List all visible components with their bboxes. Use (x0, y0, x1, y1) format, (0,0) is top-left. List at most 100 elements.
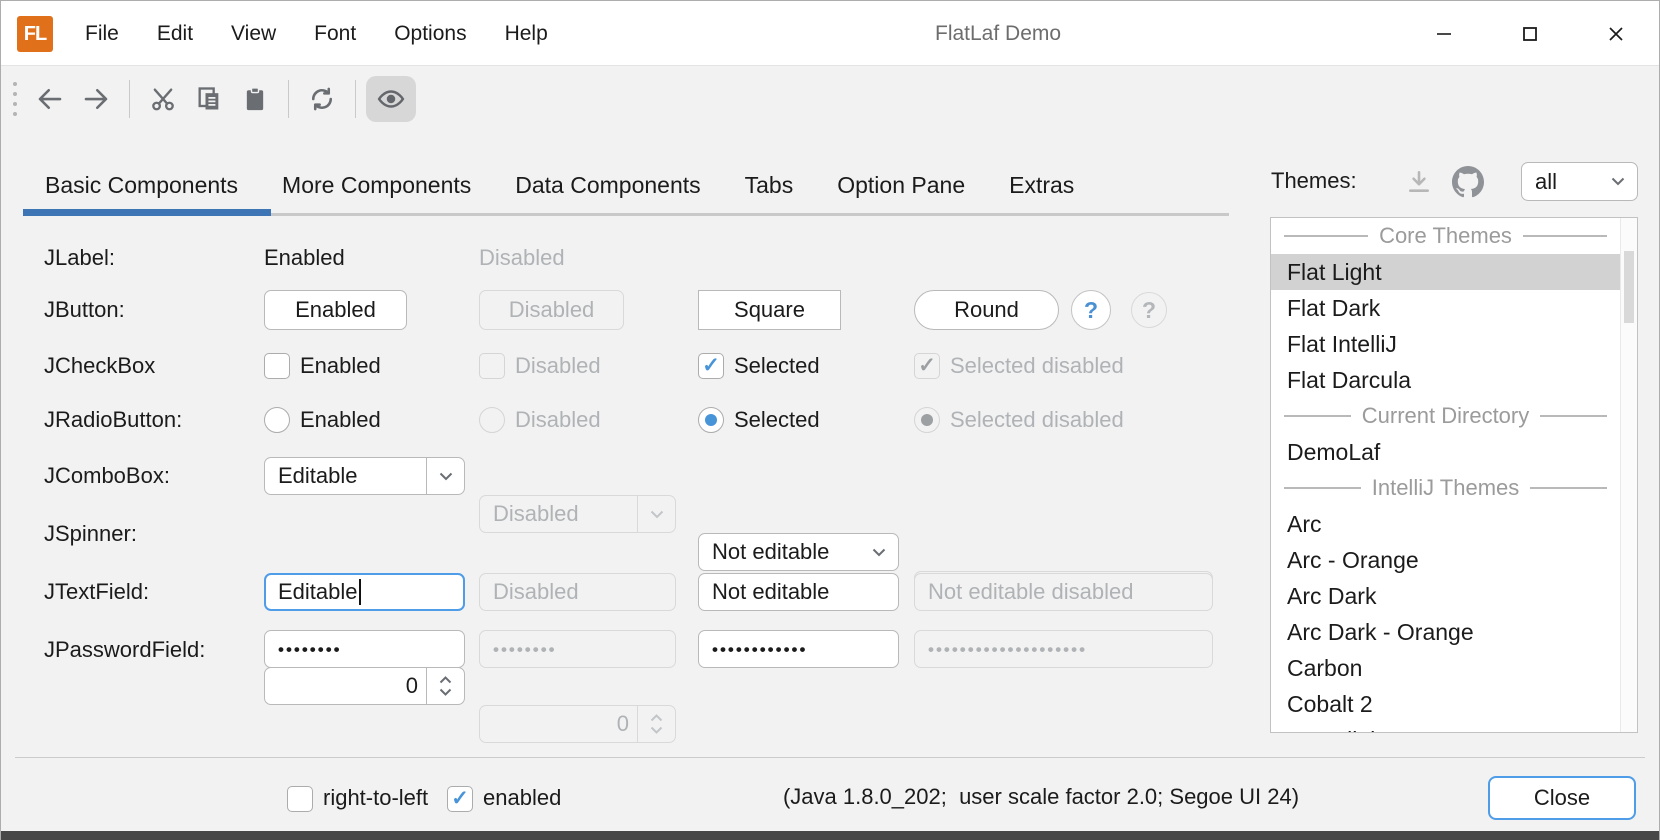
tab-tabs[interactable]: Tabs (723, 159, 816, 211)
theme-group-label: IntelliJ Themes (1372, 475, 1520, 501)
cut-button[interactable] (140, 76, 186, 122)
textfield-editable[interactable]: Editable (264, 573, 465, 611)
chevron-down-icon[interactable] (426, 458, 464, 494)
toolbar-grip[interactable] (13, 82, 17, 116)
jcheckbox-row-label: JCheckBox (44, 352, 155, 380)
theme-item[interactable]: Cyan light (1271, 722, 1620, 733)
close-window-button[interactable] (1573, 1, 1659, 66)
passwordfield-enabled[interactable]: •••••••• (264, 630, 465, 668)
theme-list-scrollbar[interactable] (1620, 218, 1637, 732)
maximize-icon (1520, 24, 1540, 44)
help-button[interactable]: ? (1071, 290, 1111, 330)
checkbox-enabled-label[interactable]: Enabled (300, 352, 381, 380)
enabled-checkbox-label[interactable]: enabled (483, 785, 561, 811)
theme-item[interactable]: DemoLaf (1271, 434, 1620, 470)
back-arrow-icon (35, 84, 65, 114)
theme-item[interactable]: Arc - Orange (1271, 542, 1620, 578)
theme-item[interactable]: Flat Darcula (1271, 362, 1620, 398)
theme-item[interactable]: Flat IntelliJ (1271, 326, 1620, 362)
theme-item[interactable]: Flat Dark (1271, 290, 1620, 326)
chevron-down-icon (637, 496, 675, 532)
refresh-button[interactable] (299, 76, 345, 122)
radio-disabled (479, 407, 505, 433)
checkbox-selected-disabled: ✓ (914, 353, 940, 379)
tab-extras[interactable]: Extras (987, 159, 1096, 211)
theme-item[interactable]: Arc (1271, 506, 1620, 542)
scrollbar-thumb[interactable] (1624, 251, 1634, 323)
theme-item[interactable]: Carbon (1271, 650, 1620, 686)
right-to-left-checkbox[interactable] (287, 786, 313, 812)
round-button[interactable]: Round (914, 290, 1059, 330)
theme-list-panel: Core ThemesFlat LightFlat DarkFlat Intel… (1270, 217, 1638, 733)
textfield-value: Not editable disabled (928, 579, 1133, 605)
toolbar-separator (288, 80, 289, 118)
download-theme-button (1403, 167, 1435, 197)
spinner-value: 0 (480, 706, 629, 742)
menu-font[interactable]: Font (314, 22, 356, 46)
radio-selected-disabled-label: Selected disabled (950, 406, 1124, 434)
theme-item[interactable]: Flat Light (1271, 254, 1620, 290)
tab-more-components[interactable]: More Components (260, 159, 493, 211)
textfield-value: Not editable (712, 579, 829, 605)
paste-button[interactable] (232, 76, 278, 122)
spinner-enabled[interactable]: 0 (264, 667, 465, 705)
checkbox-selected-label[interactable]: Selected (734, 352, 820, 380)
theme-filter-combobox[interactable]: all (1521, 162, 1638, 201)
disabled-button: Disabled (479, 290, 624, 330)
square-button[interactable]: Square (698, 290, 841, 330)
tab-basic-components[interactable]: Basic Components (23, 159, 260, 211)
combobox-editable[interactable]: Editable (264, 457, 465, 495)
jpasswordfield-row-label: JPasswordField: (44, 636, 205, 664)
maximize-button[interactable] (1487, 1, 1573, 66)
theme-item[interactable]: Arc Dark - Orange (1271, 614, 1620, 650)
radio-enabled[interactable] (264, 407, 290, 433)
theme-filter-value: all (1535, 169, 1557, 195)
menu-edit[interactable]: Edit (157, 22, 193, 46)
help-button-disabled: ? (1131, 292, 1167, 328)
toolbar-separator (355, 80, 356, 118)
chevron-up-icon (650, 714, 663, 722)
textfield-not-editable[interactable]: Not editable (698, 573, 899, 611)
tab-option-pane[interactable]: Option Pane (815, 159, 987, 211)
checkbox-selected-disabled-label: Selected disabled (950, 352, 1124, 380)
spinner-value[interactable]: 0 (265, 668, 418, 704)
theme-item[interactable]: Cobalt 2 (1271, 686, 1620, 722)
menu-help[interactable]: Help (505, 22, 548, 46)
check-mark-icon: ✓ (451, 788, 469, 809)
enabled-checkbox[interactable]: ✓ (447, 786, 473, 812)
copy-button[interactable] (186, 76, 232, 122)
github-button[interactable] (1451, 165, 1485, 199)
eye-toggle-button[interactable] (366, 76, 416, 122)
checkbox-selected[interactable]: ✓ (698, 353, 724, 379)
spinner-buttons[interactable] (426, 668, 464, 704)
enabled-button[interactable]: Enabled (264, 290, 407, 330)
minimize-button[interactable] (1401, 1, 1487, 66)
minimize-icon (1434, 24, 1454, 44)
menu-view[interactable]: View (231, 22, 276, 46)
close-button[interactable]: Close (1488, 776, 1636, 820)
menu-options[interactable]: Options (394, 22, 466, 46)
combobox-not-editable[interactable]: Not editable (698, 533, 899, 571)
radio-selected-disabled (914, 407, 940, 433)
forward-button[interactable] (73, 76, 119, 122)
radio-disabled-label: Disabled (515, 406, 601, 434)
passwordfield-not-editable[interactable]: •••••••••••• (698, 630, 899, 668)
window-title: FlatLaf Demo (935, 1, 1061, 66)
jcombobox-row-label: JComboBox: (44, 462, 170, 490)
checkbox-enabled[interactable] (264, 353, 290, 379)
theme-item[interactable]: Arc Dark (1271, 578, 1620, 614)
radio-enabled-label[interactable]: Enabled (300, 406, 381, 434)
chevron-down-icon[interactable] (1599, 163, 1637, 200)
app-logo-icon: FL (17, 16, 53, 52)
tab-data-components[interactable]: Data Components (493, 159, 722, 211)
menu-file[interactable]: File (85, 22, 119, 46)
combobox-disabled: Disabled (479, 495, 676, 533)
textfield-value: Editable (278, 579, 358, 605)
back-button[interactable] (27, 76, 73, 122)
radio-selected[interactable] (698, 407, 724, 433)
download-icon (1406, 169, 1432, 195)
right-to-left-label[interactable]: right-to-left (323, 785, 428, 811)
radio-selected-label[interactable]: Selected (734, 406, 820, 434)
password-dots: •••••••• (493, 638, 557, 660)
chevron-down-icon[interactable] (860, 534, 898, 570)
